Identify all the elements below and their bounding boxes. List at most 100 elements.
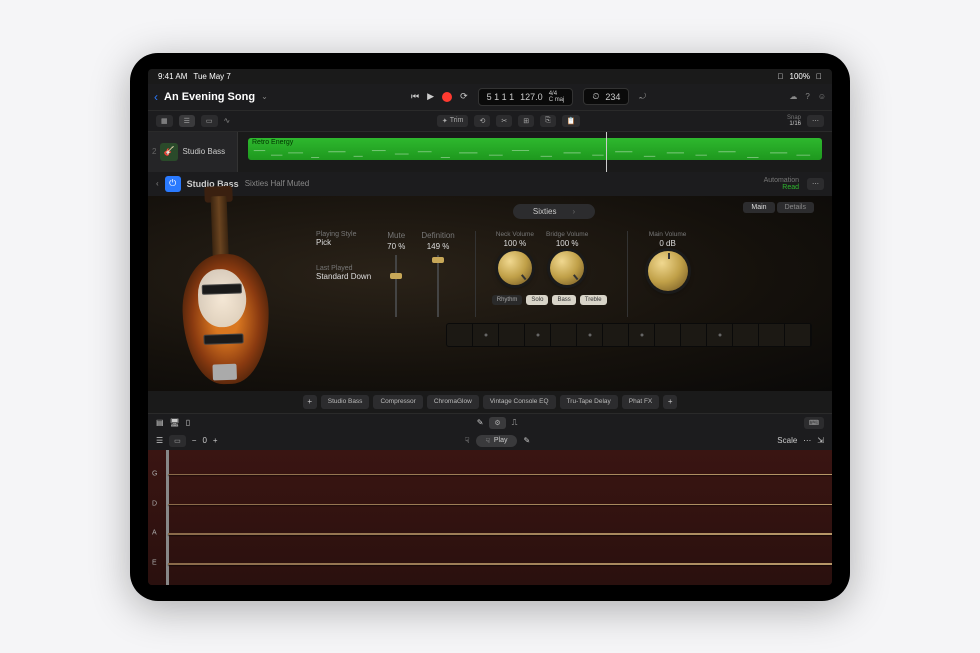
status-time: 9:41 AM [158,72,187,81]
tracks-area: 2 🎸 Studio Bass Retro Energy [148,132,832,172]
app-header: ‹ An Evening Song ⌄ ⏮ ▶ ⟳ 5 1 1 1 127.0 … [148,84,832,111]
notes-icon[interactable]: ▯ [186,418,190,427]
playing-style-value[interactable]: Pick [316,238,371,247]
plus-icon[interactable]: + [213,436,218,445]
rhythm-button[interactable]: Rhythm [492,295,523,305]
definition-label: Definition [421,231,454,240]
style-selector[interactable]: Sixties › [513,204,595,219]
automation-mode[interactable]: Read [764,184,799,191]
track-name: Studio Bass [182,147,225,156]
library-icon[interactable]: ▤ [156,418,164,427]
loop-tool-icon[interactable]: ⟲ [474,115,490,127]
plugin-chip[interactable]: Phat FX [622,395,659,409]
string-e[interactable] [168,563,832,566]
last-played-label: Last Played [316,265,371,272]
lcd-key: C maj [549,97,565,103]
back-icon[interactable]: ‹ [154,90,158,104]
list-view-icon[interactable]: ☰ [179,115,195,127]
track-header[interactable]: 2 🎸 Studio Bass [148,132,238,172]
settings-icon[interactable]: ☺ [818,92,826,101]
play-mode-pill[interactable]: ☟ Play [476,435,518,447]
lcd-display[interactable]: 5 1 1 1 127.0 4/4 C maj [478,88,574,106]
bass-perform-area[interactable]: G D A E [148,450,832,585]
automation-curve-icon[interactable]: ∿ [224,116,231,125]
gear-icon[interactable]: ⚙ [489,417,505,429]
browser-icon[interactable]: 🖥 [170,418,180,427]
plugin-add-left[interactable]: + [303,395,317,409]
song-title[interactable]: An Evening Song [164,91,255,103]
plugin-chip[interactable]: ChromaGlow [427,395,479,409]
play-button[interactable]: ▶ [427,91,434,102]
plugin-chip[interactable]: Vintage Console EQ [483,395,556,409]
snap-value[interactable]: 1/16 [787,121,801,127]
automation-label: Automation [764,177,799,184]
app-screen: 9:41 AM Tue May 7 􀙇 100% 􀛨 ‹ An Evening … [148,69,832,585]
plugin-add-right[interactable]: + [663,395,677,409]
paste-tool-icon[interactable]: 📋 [562,115,581,127]
inst-back-icon[interactable]: ‹ [156,179,159,188]
cycle-button[interactable]: ⟳ [460,91,468,102]
string-label-g: G [152,470,157,477]
ipad-frame: 9:41 AM Tue May 7 􀙇 100% 􀛨 ‹ An Evening … [130,53,850,601]
record-button[interactable] [442,92,452,102]
bridge-volume-knob[interactable] [550,251,584,285]
menu-icon[interactable]: ☰ [156,436,163,445]
midi-region[interactable]: Retro Energy [248,138,822,160]
chevron-down-icon[interactable]: ⌄ [261,92,268,101]
prev-button[interactable]: ⏮ [411,91,419,102]
more-icon[interactable]: ⋯ [803,436,811,445]
string-g[interactable] [168,474,832,475]
instrument-header: ‹ ⏻ Studio Bass Sixties Half Muted Autom… [148,172,832,196]
bass-guitar-image [153,201,299,386]
instrument-preset[interactable]: Sixties Half Muted [245,179,309,188]
tab-main[interactable]: Main [743,202,774,213]
definition-slider[interactable] [437,255,439,317]
minus-icon[interactable]: − [192,436,197,445]
edit-icon[interactable]: ✎ [523,436,530,445]
scale-label[interactable]: Scale [777,436,797,445]
mute-slider[interactable] [395,255,397,317]
inst-more-icon[interactable]: ⋯ [807,178,824,190]
tuner-icon[interactable]: ⤾ [639,92,646,102]
help-icon[interactable]: ? [805,92,809,101]
plugin-chip[interactable]: Studio Bass [321,395,370,409]
pencil-icon[interactable]: ✎ [477,418,484,427]
keyboard-icon[interactable]: ⌨ [804,417,824,429]
plugin-chip[interactable]: Tru-Tape Delay [560,395,618,409]
copy-tool-icon[interactable]: ⎘ [540,115,556,127]
plugin-chip[interactable]: Compressor [373,395,422,409]
string-a[interactable] [168,533,832,535]
mute-label: Mute [387,231,405,240]
mixer-icon[interactable]: ⎍ [512,418,518,428]
string-d[interactable] [168,504,832,506]
region-view-icon[interactable]: ▭ [201,115,218,127]
mute-value: 70 % [387,242,405,251]
definition-value: 149 % [427,242,450,251]
playing-style-label: Playing Style [316,231,371,238]
instrument-body: Main Details Sixties › Playing Style Pic… [148,196,832,391]
neck-volume-knob[interactable] [498,251,532,285]
tab-details[interactable]: Details [777,202,814,213]
cloud-icon[interactable]: ☁ [789,92,797,101]
beat-counter[interactable]: ⏲ 234 [583,88,629,105]
cut-tool-icon[interactable]: ✂ [496,115,512,127]
chord-icon[interactable]: ▭ [169,435,186,447]
join-tool-icon[interactable]: ⊞ [518,115,534,127]
perform-bar: ☰ ▭ − 0 + ☟ ☟ Play ✎ Scale ⋯ ⇲ [148,432,832,450]
treble-button[interactable]: Treble [580,295,607,305]
track-region-area[interactable]: Retro Energy [238,132,832,172]
plugin-strip: + Studio Bass Compressor ChromaGlow Vint… [148,391,832,413]
trim-tool[interactable]: ✦ Trim [437,115,469,127]
more-icon[interactable]: ⋯ [807,115,824,127]
grid-view-icon[interactable]: ▦ [156,115,173,127]
collapse-icon[interactable]: ⇲ [817,436,824,445]
bass-button[interactable]: Bass [552,295,575,305]
main-volume-knob[interactable] [648,251,688,291]
view-bar: ▤ 🖥 ▯ ✎ ⚙ ⎍ ⌨ [148,413,832,432]
pointer-icon[interactable]: ☟ [465,436,470,445]
solo-button[interactable]: Solo [526,295,548,305]
status-date: Tue May 7 [193,72,231,81]
fretboard-preview[interactable] [446,323,812,347]
playhead[interactable] [606,132,607,172]
power-button[interactable]: ⏻ [165,176,181,192]
